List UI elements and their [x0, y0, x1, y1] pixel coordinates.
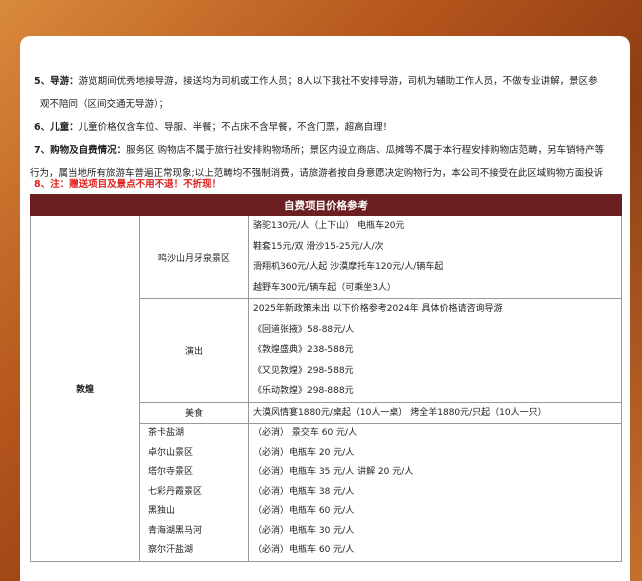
- note-text: 儿童价格仅含车位、导服、半餐；不占床不含早餐，不含门票，超高自理！: [78, 122, 393, 133]
- spot-price: （必消）电瓶车 35 元/人 讲解 20 元/人: [253, 467, 414, 477]
- spot-price: （必消）电瓶车 30 元/人: [253, 525, 355, 536]
- note-text: 观不陪同（区间交通无导游）；: [40, 99, 169, 110]
- attraction-show: 演出: [139, 298, 249, 403]
- note-text: 游览期间优秀地接导游，接送均为司机或工作人员；8人以下我社不安排导游，司机为辅助…: [78, 76, 598, 87]
- spot-names: 茶卡盐湖 卓尔山景区 塔尔寺景区 七彩丹霞景区 黑独山 青海湖黑马河 察尔汗盐湖: [139, 423, 249, 562]
- price-line: 越野车300元/辆车起（可乘坐3人）: [253, 282, 396, 293]
- spot-name: 七彩丹霞景区: [148, 486, 203, 497]
- table-header: 自费项目价格参考: [30, 194, 622, 216]
- spot-price: （必消）电瓶车 60 元/人: [253, 506, 355, 516]
- price-line: 《乐动敦煌》298-888元: [253, 386, 354, 396]
- spot-name: 卓尔山景区: [148, 447, 194, 458]
- show-prices: 2025年新政策未出 以下价格参考2024年 具体价格请咨询导游 《回道张掖》5…: [248, 298, 622, 403]
- price-line: 《敦煌盛典》238-588元: [253, 345, 354, 355]
- note-label: 7、购物及自费情况：: [34, 145, 127, 156]
- note-shopping: 7、购物及自费情况：服务区 购物店不属于旅行社安排购物场所；景区内设立商店、瓜摊…: [34, 139, 630, 162]
- warning-note: 8、注：赠送项目及景点不用不退！不折现！: [34, 179, 222, 190]
- document-sheet: 5、导游：游览期间优秀地接导游，接送均为司机或工作人员；8人以下我社不安排导游，…: [20, 36, 630, 581]
- notes-section: 5、导游：游览期间优秀地接导游，接送均为司机或工作人员；8人以下我社不安排导游，…: [30, 70, 630, 185]
- spot-name: 黑独山: [148, 506, 176, 516]
- note-text: 服务区 购物店不属于旅行社安排购物场所；景区内设立商店、瓜摊等不属于本行程安排购…: [126, 145, 605, 156]
- spot-price: （必消）电瓶车 20 元/人: [253, 447, 355, 458]
- attraction-mingsha: 鸣沙山月牙泉景区: [139, 215, 249, 299]
- price-line: 《又见敦煌》298-588元: [253, 365, 354, 376]
- food-prices: 大漠风情宴1880元/桌起（10人一桌） 烤全羊1880元/只起（10人一只）: [248, 401, 622, 424]
- price-table: 自费项目价格参考 敦煌 鸣沙山月牙泉景区 骆驼130元/人（上下山） 电瓶车20…: [30, 194, 622, 562]
- price-line: 骆驼130元/人（上下山） 电瓶车20元: [253, 221, 405, 231]
- page: { "notes": [ {"label": "5、导游：", "text": …: [0, 0, 642, 581]
- note-guide: 5、导游：游览期间优秀地接导游，接送均为司机或工作人员；8人以下我社不安排导游，…: [34, 70, 630, 93]
- spot-price: （必消） 景交车 60 元/人: [253, 428, 358, 438]
- region-cell: 敦煌: [30, 215, 140, 562]
- attraction-food: 美食: [139, 401, 249, 424]
- note-guide-cont: 观不陪同（区间交通无导游）；: [34, 93, 630, 116]
- price-line: 《回道张掖》58-88元/人: [253, 324, 355, 335]
- note-label: 6、儿童：: [34, 122, 79, 133]
- spot-name: 塔尔寺景区: [148, 467, 194, 477]
- price-line: 鞋套15元/双 滑沙15-25元/人/次: [253, 241, 384, 252]
- spot-name: 茶卡盐湖: [148, 428, 185, 438]
- spot-price: （必消）电瓶车 60 元/人: [253, 545, 355, 555]
- mingsha-prices: 骆驼130元/人（上下山） 电瓶车20元 鞋套15元/双 滑沙15-25元/人/…: [248, 215, 622, 299]
- spot-price: （必消）电瓶车 38 元/人: [253, 486, 355, 497]
- price-line: 2025年新政策未出 以下价格参考2024年 具体价格请咨询导游: [253, 304, 503, 314]
- price-line: 滑翔机360元/人起 沙漠摩托车120元/人/辆车起: [253, 262, 444, 272]
- note-children: 6、儿童：儿童价格仅含车位、导服、半餐；不占床不含早餐，不含门票，超高自理！: [34, 116, 630, 139]
- note-label: 5、导游：: [34, 76, 79, 87]
- spot-name: 察尔汗盐湖: [148, 545, 194, 555]
- spot-prices: （必消） 景交车 60 元/人 （必消）电瓶车 20 元/人 （必消）电瓶车 3…: [248, 423, 622, 562]
- spot-name: 青海湖黑马河: [148, 525, 203, 536]
